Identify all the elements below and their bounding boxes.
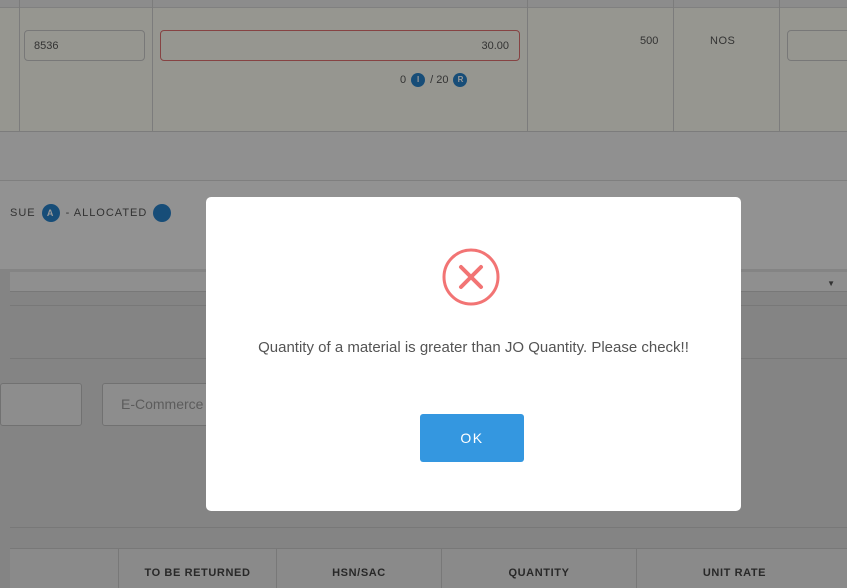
app-screen: 8536 30.00 0 I / 20 R 500 NOS SUE A - AL… <box>0 0 847 588</box>
error-x-icon <box>442 248 500 306</box>
alert-dialog: Quantity of a material is greater than J… <box>206 197 741 511</box>
dialog-message: Quantity of a material is greater than J… <box>258 339 689 356</box>
ok-button[interactable]: OK <box>420 414 524 462</box>
